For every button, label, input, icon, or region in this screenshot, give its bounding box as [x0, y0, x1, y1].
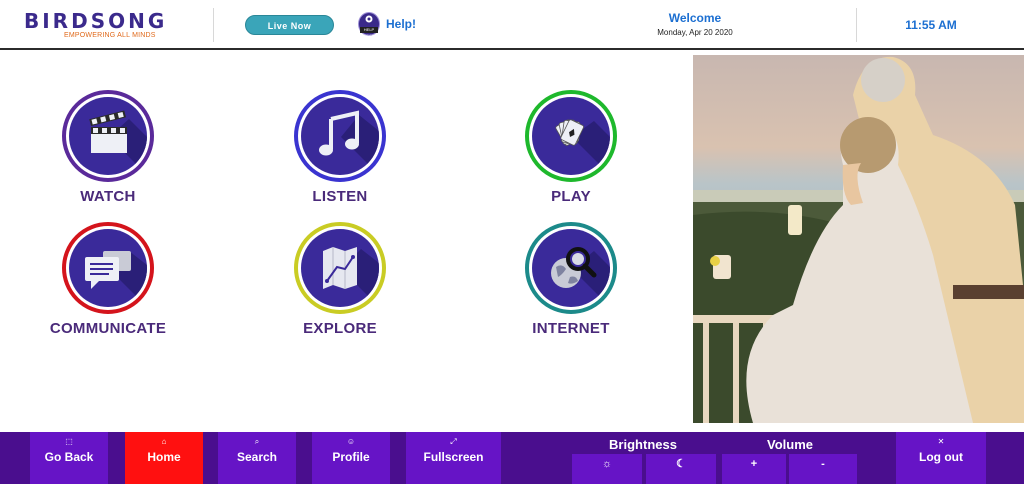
couple-on-balcony-image: [693, 55, 1024, 423]
welcome-date: Monday, Apr 20 2020: [657, 28, 733, 37]
tile-icon-bg: [532, 229, 610, 307]
sun-icon: ☼: [601, 458, 613, 470]
go-back-button[interactable]: ⬚ Go Back: [30, 432, 108, 484]
fullscreen-label: Fullscreen: [423, 450, 484, 464]
tile-icon-bg: [69, 97, 147, 175]
fullscreen-button[interactable]: ⤢ Fullscreen: [406, 432, 501, 484]
live-now-button[interactable]: Live Now: [245, 15, 334, 35]
search-button[interactable]: ⌕ Search: [218, 432, 296, 484]
close-icon: ✕: [937, 437, 945, 446]
tile-icon-bg: [532, 97, 610, 175]
volume-down-button[interactable]: -: [789, 454, 857, 484]
home-button[interactable]: ⌂ Home: [125, 432, 203, 484]
globe-search-icon: [551, 247, 610, 307]
profile-button[interactable]: ☺ Profile: [312, 432, 390, 484]
header-divider: [856, 8, 857, 42]
welcome-block: Welcome Monday, Apr 20 2020: [640, 11, 750, 37]
brightness-title: Brightness: [609, 437, 677, 452]
home-label: Home: [147, 450, 181, 464]
clapperboard-icon: [89, 110, 147, 175]
tile-label: PLAY: [551, 188, 591, 205]
tile-icon-bg: [301, 97, 379, 175]
tile-ring: [62, 90, 154, 182]
help-label: Help!: [386, 17, 416, 31]
hero-photo: [693, 55, 1024, 423]
music-note-icon: [319, 110, 379, 175]
tile-communicate[interactable]: COMMUNICATE: [38, 222, 178, 352]
volume-up-button[interactable]: +: [722, 454, 786, 484]
back-icon: ⬚: [65, 437, 73, 446]
playing-cards-icon: [555, 119, 610, 175]
map-icon: [323, 247, 379, 307]
home-icon: ⌂: [161, 437, 167, 446]
header: BIRDSONG EMPOWERING ALL MINDS Live Now H…: [0, 0, 1024, 50]
tile-ring: [294, 222, 386, 314]
tile-ring: [294, 90, 386, 182]
volume-down-label: -: [821, 458, 825, 470]
tile-label: INTERNET: [532, 320, 610, 337]
log-out-button[interactable]: ✕ Log out: [896, 432, 986, 484]
tile-label: EXPLORE: [303, 320, 377, 337]
tile-watch[interactable]: WATCH: [38, 90, 178, 220]
profile-label: Profile: [332, 450, 370, 464]
help-button[interactable]: HELP DESK Help!: [358, 11, 416, 38]
tile-listen[interactable]: LISTEN: [270, 90, 410, 220]
welcome-title: Welcome: [668, 11, 722, 25]
chat-bubbles-icon: [85, 251, 147, 307]
fullscreen-icon: ⤢: [450, 437, 457, 446]
tile-ring: [525, 90, 617, 182]
tile-ring: [525, 222, 617, 314]
log-out-label: Log out: [919, 450, 963, 464]
tile-ring: [62, 222, 154, 314]
tile-icon-bg: [301, 229, 379, 307]
volume-title: Volume: [767, 437, 813, 452]
tile-icon-bg: [69, 229, 147, 307]
go-back-label: Go Back: [44, 450, 94, 464]
header-divider: [213, 8, 214, 42]
logo-tagline: EMPOWERING ALL MINDS: [64, 32, 156, 39]
volume-up-label: +: [750, 458, 758, 470]
search-icon: ⌕: [254, 437, 260, 446]
tile-label: LISTEN: [312, 188, 368, 205]
clock: 11:55 AM: [905, 18, 957, 32]
help-desk-badge: HELP DESK: [360, 27, 378, 38]
search-label: Search: [236, 450, 278, 464]
tile-internet[interactable]: INTERNET: [501, 222, 641, 352]
birdsong-logo[interactable]: BIRDSONG EMPOWERING ALL MINDS: [24, 10, 174, 44]
brightness-down-button[interactable]: ☾: [646, 454, 716, 484]
tile-label: WATCH: [80, 188, 136, 205]
tile-label: COMMUNICATE: [49, 320, 167, 337]
moon-icon: ☾: [676, 458, 686, 470]
logo-name: BIRDSONG: [24, 9, 168, 33]
tile-play[interactable]: PLAY: [501, 90, 641, 220]
help-desk-icon: HELP DESK: [358, 12, 380, 38]
profile-icon: ☺: [346, 437, 356, 446]
brightness-up-button[interactable]: ☼: [572, 454, 642, 484]
tile-explore[interactable]: EXPLORE: [270, 222, 410, 352]
